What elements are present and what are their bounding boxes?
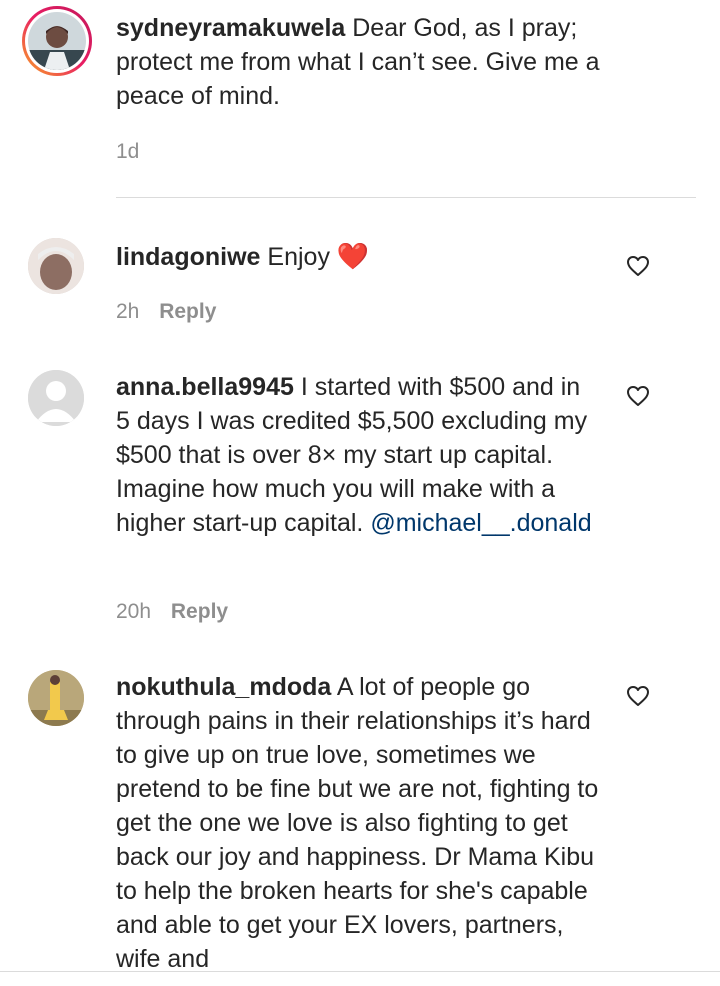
avatar-nokuthula-mdoda[interactable]: [28, 670, 84, 726]
comment-time: 2h: [116, 300, 140, 323]
reply-button[interactable]: Reply: [159, 300, 216, 323]
comment-text: A lot of people go through pains in thei…: [116, 673, 599, 973]
heart-outline-icon[interactable]: [626, 685, 650, 707]
mention-link[interactable]: @michael__.donald: [370, 509, 591, 537]
bottom-divider: [0, 971, 720, 972]
comment-username[interactable]: lindagoniwe: [116, 243, 260, 271]
profile-photo-lindagoniwe: [28, 238, 84, 294]
avatar-lindagoniwe[interactable]: [28, 238, 84, 294]
comment-text: Enjoy: [267, 243, 330, 271]
comment-username[interactable]: nokuthula_mdoda: [116, 673, 331, 701]
post-caption: sydneyramakuwela Dear God, as I pray; pr…: [116, 11, 656, 113]
caption-time: 1d: [116, 140, 140, 163]
profile-photo-nokuthula-mdoda: [28, 670, 84, 726]
avatar-anna-bella9945[interactable]: [28, 370, 84, 426]
comment-meta: 2h Reply: [116, 299, 216, 325]
divider: [116, 197, 696, 198]
profile-photo-sydneyramakuwela: [28, 12, 86, 70]
red-heart-emoji: ❤️: [336, 242, 370, 272]
caption-username[interactable]: sydneyramakuwela: [116, 14, 345, 42]
heart-outline-icon[interactable]: [626, 385, 650, 407]
default-user-icon: [28, 370, 84, 426]
comment-body: lindagoniwe Enjoy ❤️: [116, 240, 596, 274]
story-ring-avatar[interactable]: [22, 6, 92, 76]
reply-button[interactable]: Reply: [171, 600, 228, 623]
comment-meta: 20h Reply: [116, 599, 228, 625]
caption-meta: 1d: [116, 139, 139, 165]
comment-username[interactable]: anna.bella9945: [116, 373, 294, 401]
comment-body: nokuthula_mdoda A lot of people go throu…: [116, 670, 606, 976]
heart-outline-icon[interactable]: [626, 255, 650, 277]
comment-time: 20h: [116, 600, 152, 623]
comment-body: anna.bella9945 I started with $500 and i…: [116, 370, 596, 540]
